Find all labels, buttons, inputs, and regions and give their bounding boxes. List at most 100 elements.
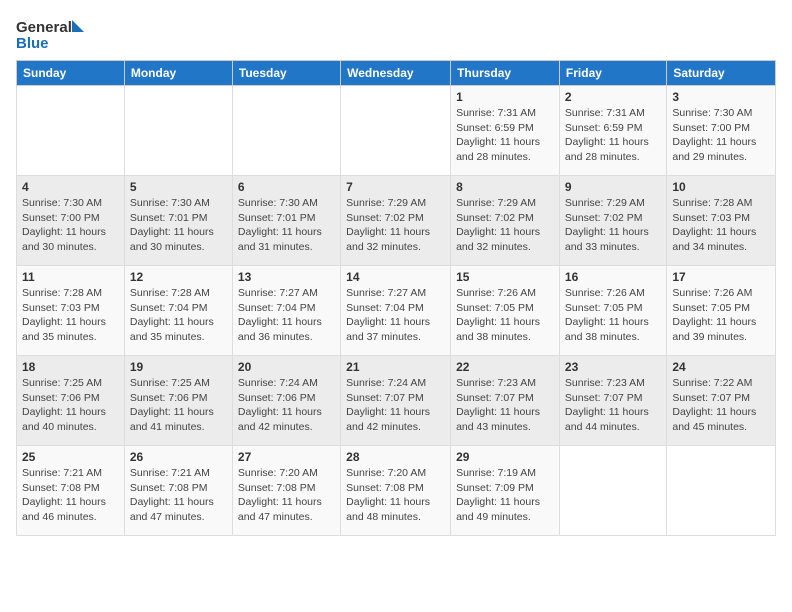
day-number: 18 [22,360,119,374]
calendar-cell: 1 Sunrise: 7:31 AMSunset: 6:59 PMDaylight… [451,86,560,176]
header-saturday: Saturday [667,61,776,86]
calendar-cell: 25 Sunrise: 7:21 AMSunset: 7:08 PMDayligh… [17,446,125,536]
day-number: 11 [22,270,119,284]
day-info: Sunrise: 7:20 AMSunset: 7:08 PMDaylight:… [238,466,335,525]
day-number: 20 [238,360,335,374]
calendar-cell [124,86,232,176]
calendar-cell: 8 Sunrise: 7:29 AMSunset: 7:02 PMDaylight… [451,176,560,266]
day-info: Sunrise: 7:27 AMSunset: 7:04 PMDaylight:… [346,286,445,345]
calendar-cell: 7 Sunrise: 7:29 AMSunset: 7:02 PMDaylight… [341,176,451,266]
week-row-2: 11 Sunrise: 7:28 AMSunset: 7:03 PMDayligh… [17,266,776,356]
day-number: 8 [456,180,554,194]
week-row-0: 1 Sunrise: 7:31 AMSunset: 6:59 PMDaylight… [17,86,776,176]
day-info: Sunrise: 7:30 AMSunset: 7:00 PMDaylight:… [672,106,770,165]
calendar-header-row: SundayMondayTuesdayWednesdayThursdayFrid… [17,61,776,86]
day-info: Sunrise: 7:27 AMSunset: 7:04 PMDaylight:… [238,286,335,345]
day-number: 17 [672,270,770,284]
day-info: Sunrise: 7:23 AMSunset: 7:07 PMDaylight:… [456,376,554,435]
day-number: 27 [238,450,335,464]
calendar-cell: 18 Sunrise: 7:25 AMSunset: 7:06 PMDayligh… [17,356,125,446]
day-number: 5 [130,180,227,194]
calendar-cell [17,86,125,176]
day-number: 28 [346,450,445,464]
calendar-cell: 2Sunrise: 7:31 AMSunset: 6:59 PMDaylight… [559,86,666,176]
header-wednesday: Wednesday [341,61,451,86]
day-number: 6 [238,180,335,194]
calendar-cell: 15 Sunrise: 7:26 AMSunset: 7:05 PMDayligh… [451,266,560,356]
day-info: Sunrise: 7:28 AMSunset: 7:03 PMDaylight:… [22,286,119,345]
calendar-cell [667,446,776,536]
calendar-table: SundayMondayTuesdayWednesdayThursdayFrid… [16,60,776,536]
day-info: Sunrise: 7:24 AMSunset: 7:06 PMDaylight:… [238,376,335,435]
day-number: 9 [565,180,661,194]
header-thursday: Thursday [451,61,560,86]
header-friday: Friday [559,61,666,86]
day-number: 3 [672,90,770,104]
day-info: Sunrise: 7:31 AMSunset: 6:59 PMDaylight:… [456,106,554,165]
calendar-cell: 12 Sunrise: 7:28 AMSunset: 7:04 PMDayligh… [124,266,232,356]
calendar-cell [559,446,666,536]
day-number: 4 [22,180,119,194]
calendar-cell [341,86,451,176]
day-info: Sunrise: 7:30 AMSunset: 7:00 PMDaylight:… [22,196,119,255]
day-info: Sunrise: 7:29 AMSunset: 7:02 PMDaylight:… [565,196,661,255]
header-monday: Monday [124,61,232,86]
calendar-cell: 9 Sunrise: 7:29 AMSunset: 7:02 PMDaylight… [559,176,666,266]
calendar-cell: 10 Sunrise: 7:28 AMSunset: 7:03 PMDayligh… [667,176,776,266]
calendar-cell: 13 Sunrise: 7:27 AMSunset: 7:04 PMDayligh… [232,266,340,356]
day-number: 21 [346,360,445,374]
week-row-3: 18 Sunrise: 7:25 AMSunset: 7:06 PMDayligh… [17,356,776,446]
day-number: 7 [346,180,445,194]
day-info: Sunrise: 7:21 AMSunset: 7:08 PMDaylight:… [130,466,227,525]
calendar-cell: 4 Sunrise: 7:30 AMSunset: 7:00 PMDaylight… [17,176,125,266]
calendar-cell: 26 Sunrise: 7:21 AMSunset: 7:08 PMDayligh… [124,446,232,536]
calendar-cell: 14 Sunrise: 7:27 AMSunset: 7:04 PMDayligh… [341,266,451,356]
day-info: Sunrise: 7:29 AMSunset: 7:02 PMDaylight:… [456,196,554,255]
day-info: Sunrise: 7:28 AMSunset: 7:04 PMDaylight:… [130,286,227,345]
calendar-cell: 22 Sunrise: 7:23 AMSunset: 7:07 PMDayligh… [451,356,560,446]
day-info: Sunrise: 7:26 AMSunset: 7:05 PMDaylight:… [456,286,554,345]
svg-text:General: General [16,19,72,36]
header-sunday: Sunday [17,61,125,86]
day-number: 22 [456,360,554,374]
day-number: 25 [22,450,119,464]
day-info: Sunrise: 7:26 AMSunset: 7:05 PMDaylight:… [672,286,770,345]
page-header: GeneralBlue [16,16,776,52]
day-number: 19 [130,360,227,374]
svg-text:Blue: Blue [16,35,49,52]
day-info: Sunrise: 7:28 AMSunset: 7:03 PMDaylight:… [672,196,770,255]
day-info: Sunrise: 7:30 AMSunset: 7:01 PMDaylight:… [238,196,335,255]
day-number: 23 [565,360,661,374]
day-number: 10 [672,180,770,194]
day-info: Sunrise: 7:21 AMSunset: 7:08 PMDaylight:… [22,466,119,525]
day-number: 1 [456,90,554,104]
calendar-cell: 21Sunrise: 7:24 AMSunset: 7:07 PMDayligh… [341,356,451,446]
calendar-cell: 19 Sunrise: 7:25 AMSunset: 7:06 PMDayligh… [124,356,232,446]
day-number: 24 [672,360,770,374]
logo: GeneralBlue [16,16,86,52]
day-info: Sunrise: 7:25 AMSunset: 7:06 PMDaylight:… [22,376,119,435]
calendar-cell: 27 Sunrise: 7:20 AMSunset: 7:08 PMDayligh… [232,446,340,536]
day-info: Sunrise: 7:25 AMSunset: 7:06 PMDaylight:… [130,376,227,435]
calendar-cell: 11 Sunrise: 7:28 AMSunset: 7:03 PMDayligh… [17,266,125,356]
header-tuesday: Tuesday [232,61,340,86]
day-info: Sunrise: 7:20 AMSunset: 7:08 PMDaylight:… [346,466,445,525]
day-number: 29 [456,450,554,464]
day-number: 14 [346,270,445,284]
day-info: Sunrise: 7:30 AMSunset: 7:01 PMDaylight:… [130,196,227,255]
calendar-cell [232,86,340,176]
week-row-1: 4 Sunrise: 7:30 AMSunset: 7:00 PMDaylight… [17,176,776,266]
day-info: Sunrise: 7:29 AMSunset: 7:02 PMDaylight:… [346,196,445,255]
day-info: Sunrise: 7:19 AMSunset: 7:09 PMDaylight:… [456,466,554,525]
calendar-cell: 23 Sunrise: 7:23 AMSunset: 7:07 PMDayligh… [559,356,666,446]
day-number: 26 [130,450,227,464]
day-number: 15 [456,270,554,284]
day-number: 13 [238,270,335,284]
calendar-cell: 6 Sunrise: 7:30 AMSunset: 7:01 PMDaylight… [232,176,340,266]
logo-svg: GeneralBlue [16,16,86,52]
day-info: Sunrise: 7:23 AMSunset: 7:07 PMDaylight:… [565,376,661,435]
calendar-cell: 16Sunrise: 7:26 AMSunset: 7:05 PMDayligh… [559,266,666,356]
day-number: 2 [565,90,661,104]
day-info: Sunrise: 7:22 AMSunset: 7:07 PMDaylight:… [672,376,770,435]
day-number: 12 [130,270,227,284]
